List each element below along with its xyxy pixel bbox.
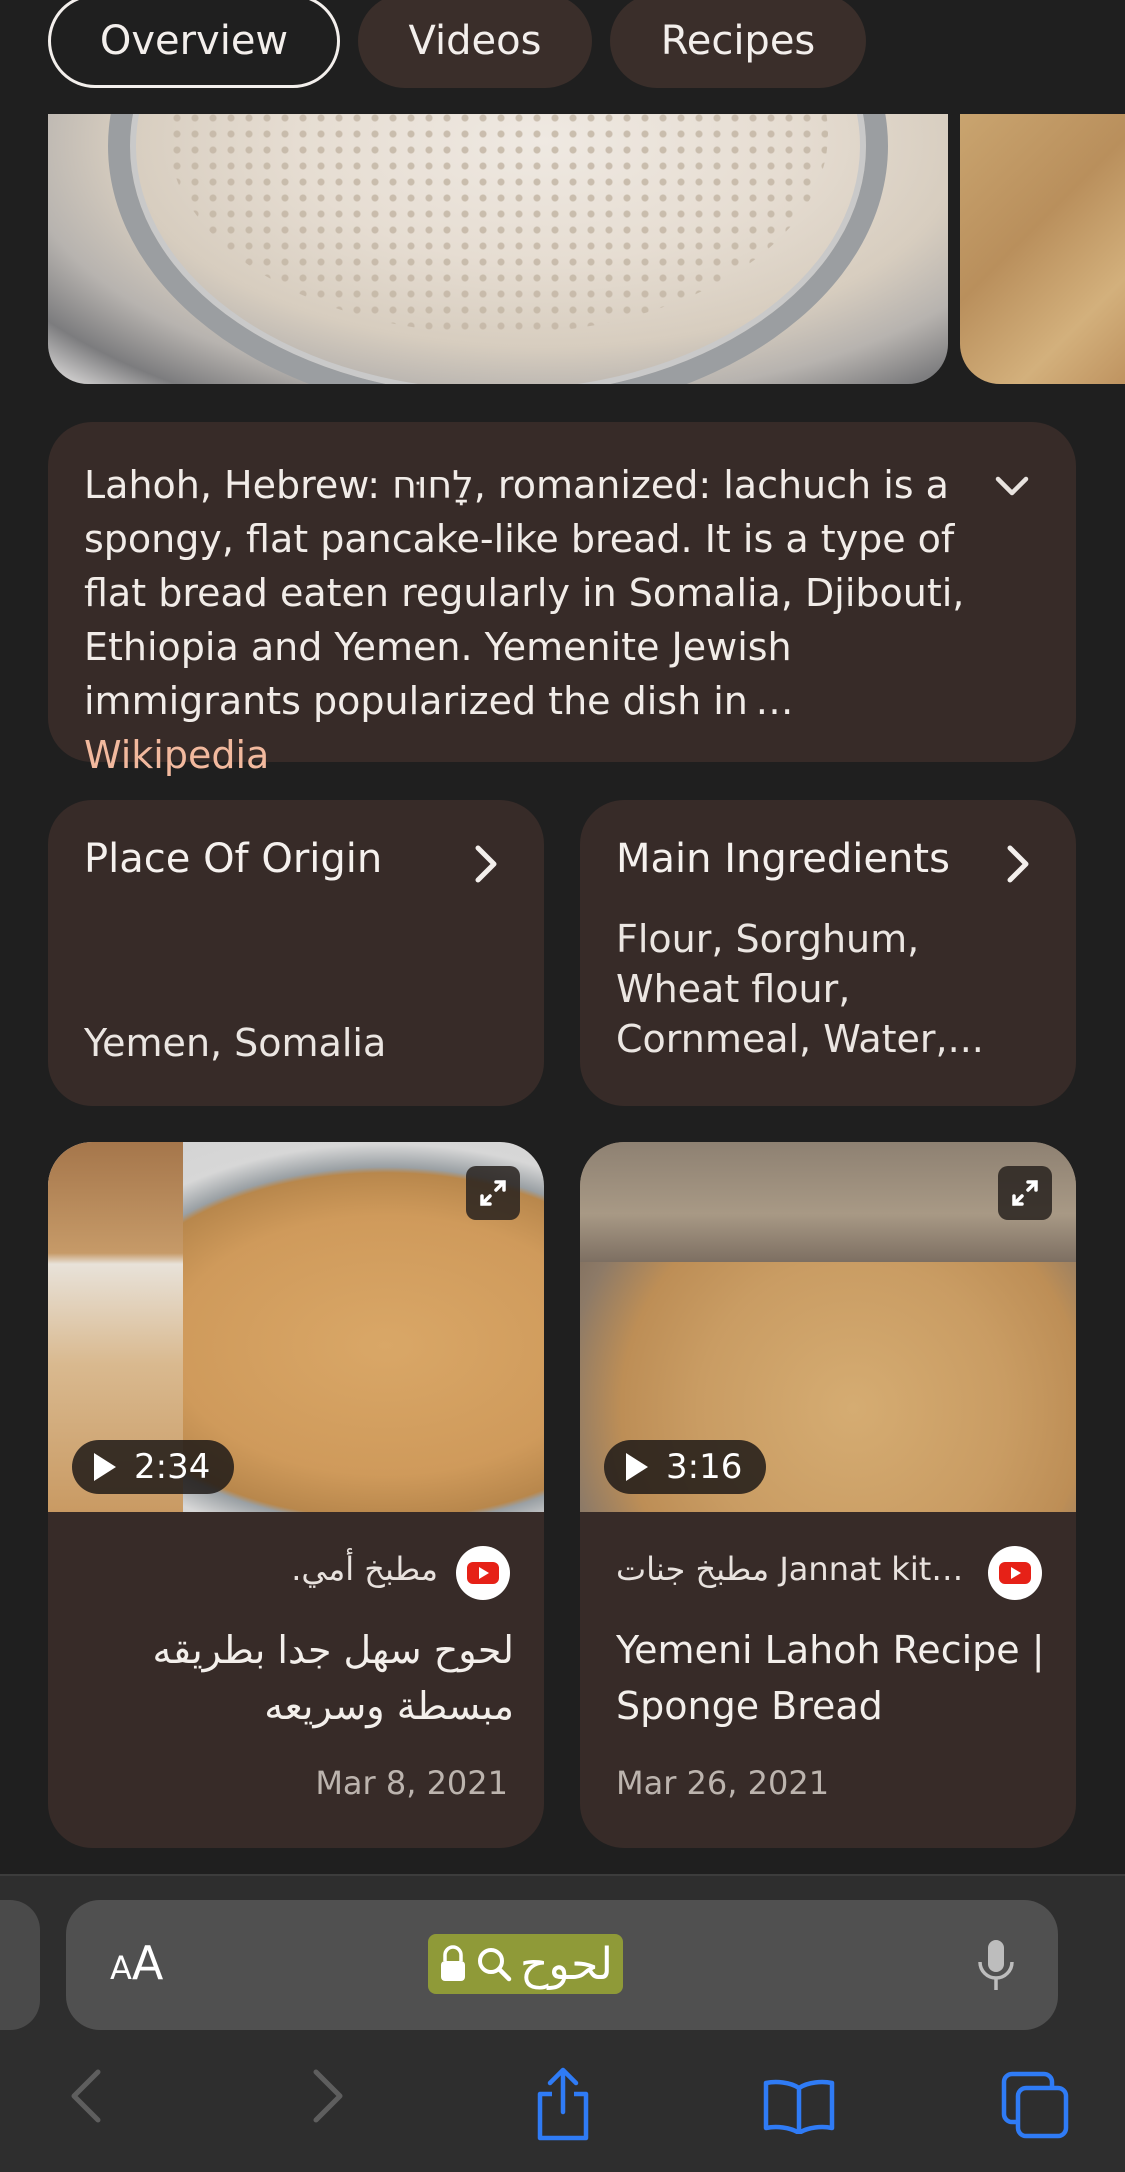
- video-channel: مطبخ جنات Jannat kit…: [616, 1550, 964, 1588]
- chevron-down-icon[interactable]: [992, 466, 1032, 506]
- play-icon: [94, 1453, 116, 1481]
- search-icon: [478, 1948, 512, 1982]
- video-date: Mar 8, 2021: [315, 1764, 508, 1802]
- video-duration-badge: 2:34: [72, 1440, 235, 1494]
- share-icon[interactable]: [532, 2066, 594, 2142]
- chevron-right-icon: [475, 845, 497, 883]
- url-field[interactable]: لحوح: [428, 1934, 623, 1994]
- tab-overview[interactable]: Overview: [48, 0, 340, 88]
- lahoh-image-secondary[interactable]: [960, 114, 1125, 384]
- place-of-origin-value: Yemen, Somalia: [84, 1021, 387, 1065]
- tab-videos[interactable]: Videos: [358, 0, 592, 88]
- description-card[interactable]: Lahoh, Hebrew: לָחוּח, romanized: lachuc…: [48, 422, 1076, 777]
- expand-icon[interactable]: [466, 1166, 520, 1220]
- main-ingredients-title: Main Ingredients: [616, 836, 950, 882]
- main-ingredients-card[interactable]: Main Ingredients Flour, Sorghum, Wheat f…: [580, 800, 1076, 1106]
- forward-icon[interactable]: [308, 2066, 348, 2126]
- description-text: Lahoh, Hebrew: לָחוּח, romanized: lachuc…: [84, 463, 965, 777]
- tab-recipes[interactable]: Recipes: [610, 0, 866, 88]
- place-of-origin-card[interactable]: Place Of Origin Yemen, Somalia: [48, 800, 544, 1106]
- play-icon: [626, 1453, 648, 1481]
- reader-settings-button[interactable]: AA: [110, 1936, 163, 1990]
- youtube-icon: [988, 1546, 1042, 1600]
- video-card[interactable]: 2:34 مطبخ أمي. لحوح سهل جدا بطريقه مبسطة…: [48, 1142, 544, 1848]
- video-date: Mar 26, 2021: [616, 1764, 830, 1802]
- microphone-icon[interactable]: [974, 1938, 1018, 1994]
- video-title[interactable]: Yemeni Lahoh Recipe | Sponge Bread: [616, 1622, 1046, 1734]
- lock-icon: [441, 1945, 465, 1981]
- bookmarks-icon[interactable]: [762, 2078, 836, 2134]
- previous-tab-preview[interactable]: [0, 1900, 40, 2030]
- expand-icon[interactable]: [998, 1166, 1052, 1220]
- youtube-icon: [456, 1546, 510, 1600]
- main-ingredients-value: Flour, Sorghum, Wheat flour, Cornmeal, W…: [616, 917, 984, 1061]
- place-of-origin-title: Place Of Origin: [84, 836, 383, 882]
- tabs-icon[interactable]: [1000, 2070, 1070, 2140]
- address-bar[interactable]: AA لحوح: [66, 1900, 1058, 2030]
- chevron-right-icon: [1007, 845, 1029, 883]
- video-channel: مطبخ أمي.: [291, 1550, 438, 1588]
- video-card[interactable]: 3:16 مطبخ جنات Jannat kit… Yemeni Lahoh …: [580, 1142, 1076, 1848]
- back-icon[interactable]: [66, 2066, 106, 2126]
- video-duration-badge: 3:16: [604, 1440, 767, 1494]
- video-title[interactable]: لحوح سهل جدا بطريقه مبسطة وسريعه: [84, 1622, 514, 1734]
- wikipedia-link[interactable]: Wikipedia: [84, 733, 269, 777]
- lahoh-image-main[interactable]: [48, 114, 948, 384]
